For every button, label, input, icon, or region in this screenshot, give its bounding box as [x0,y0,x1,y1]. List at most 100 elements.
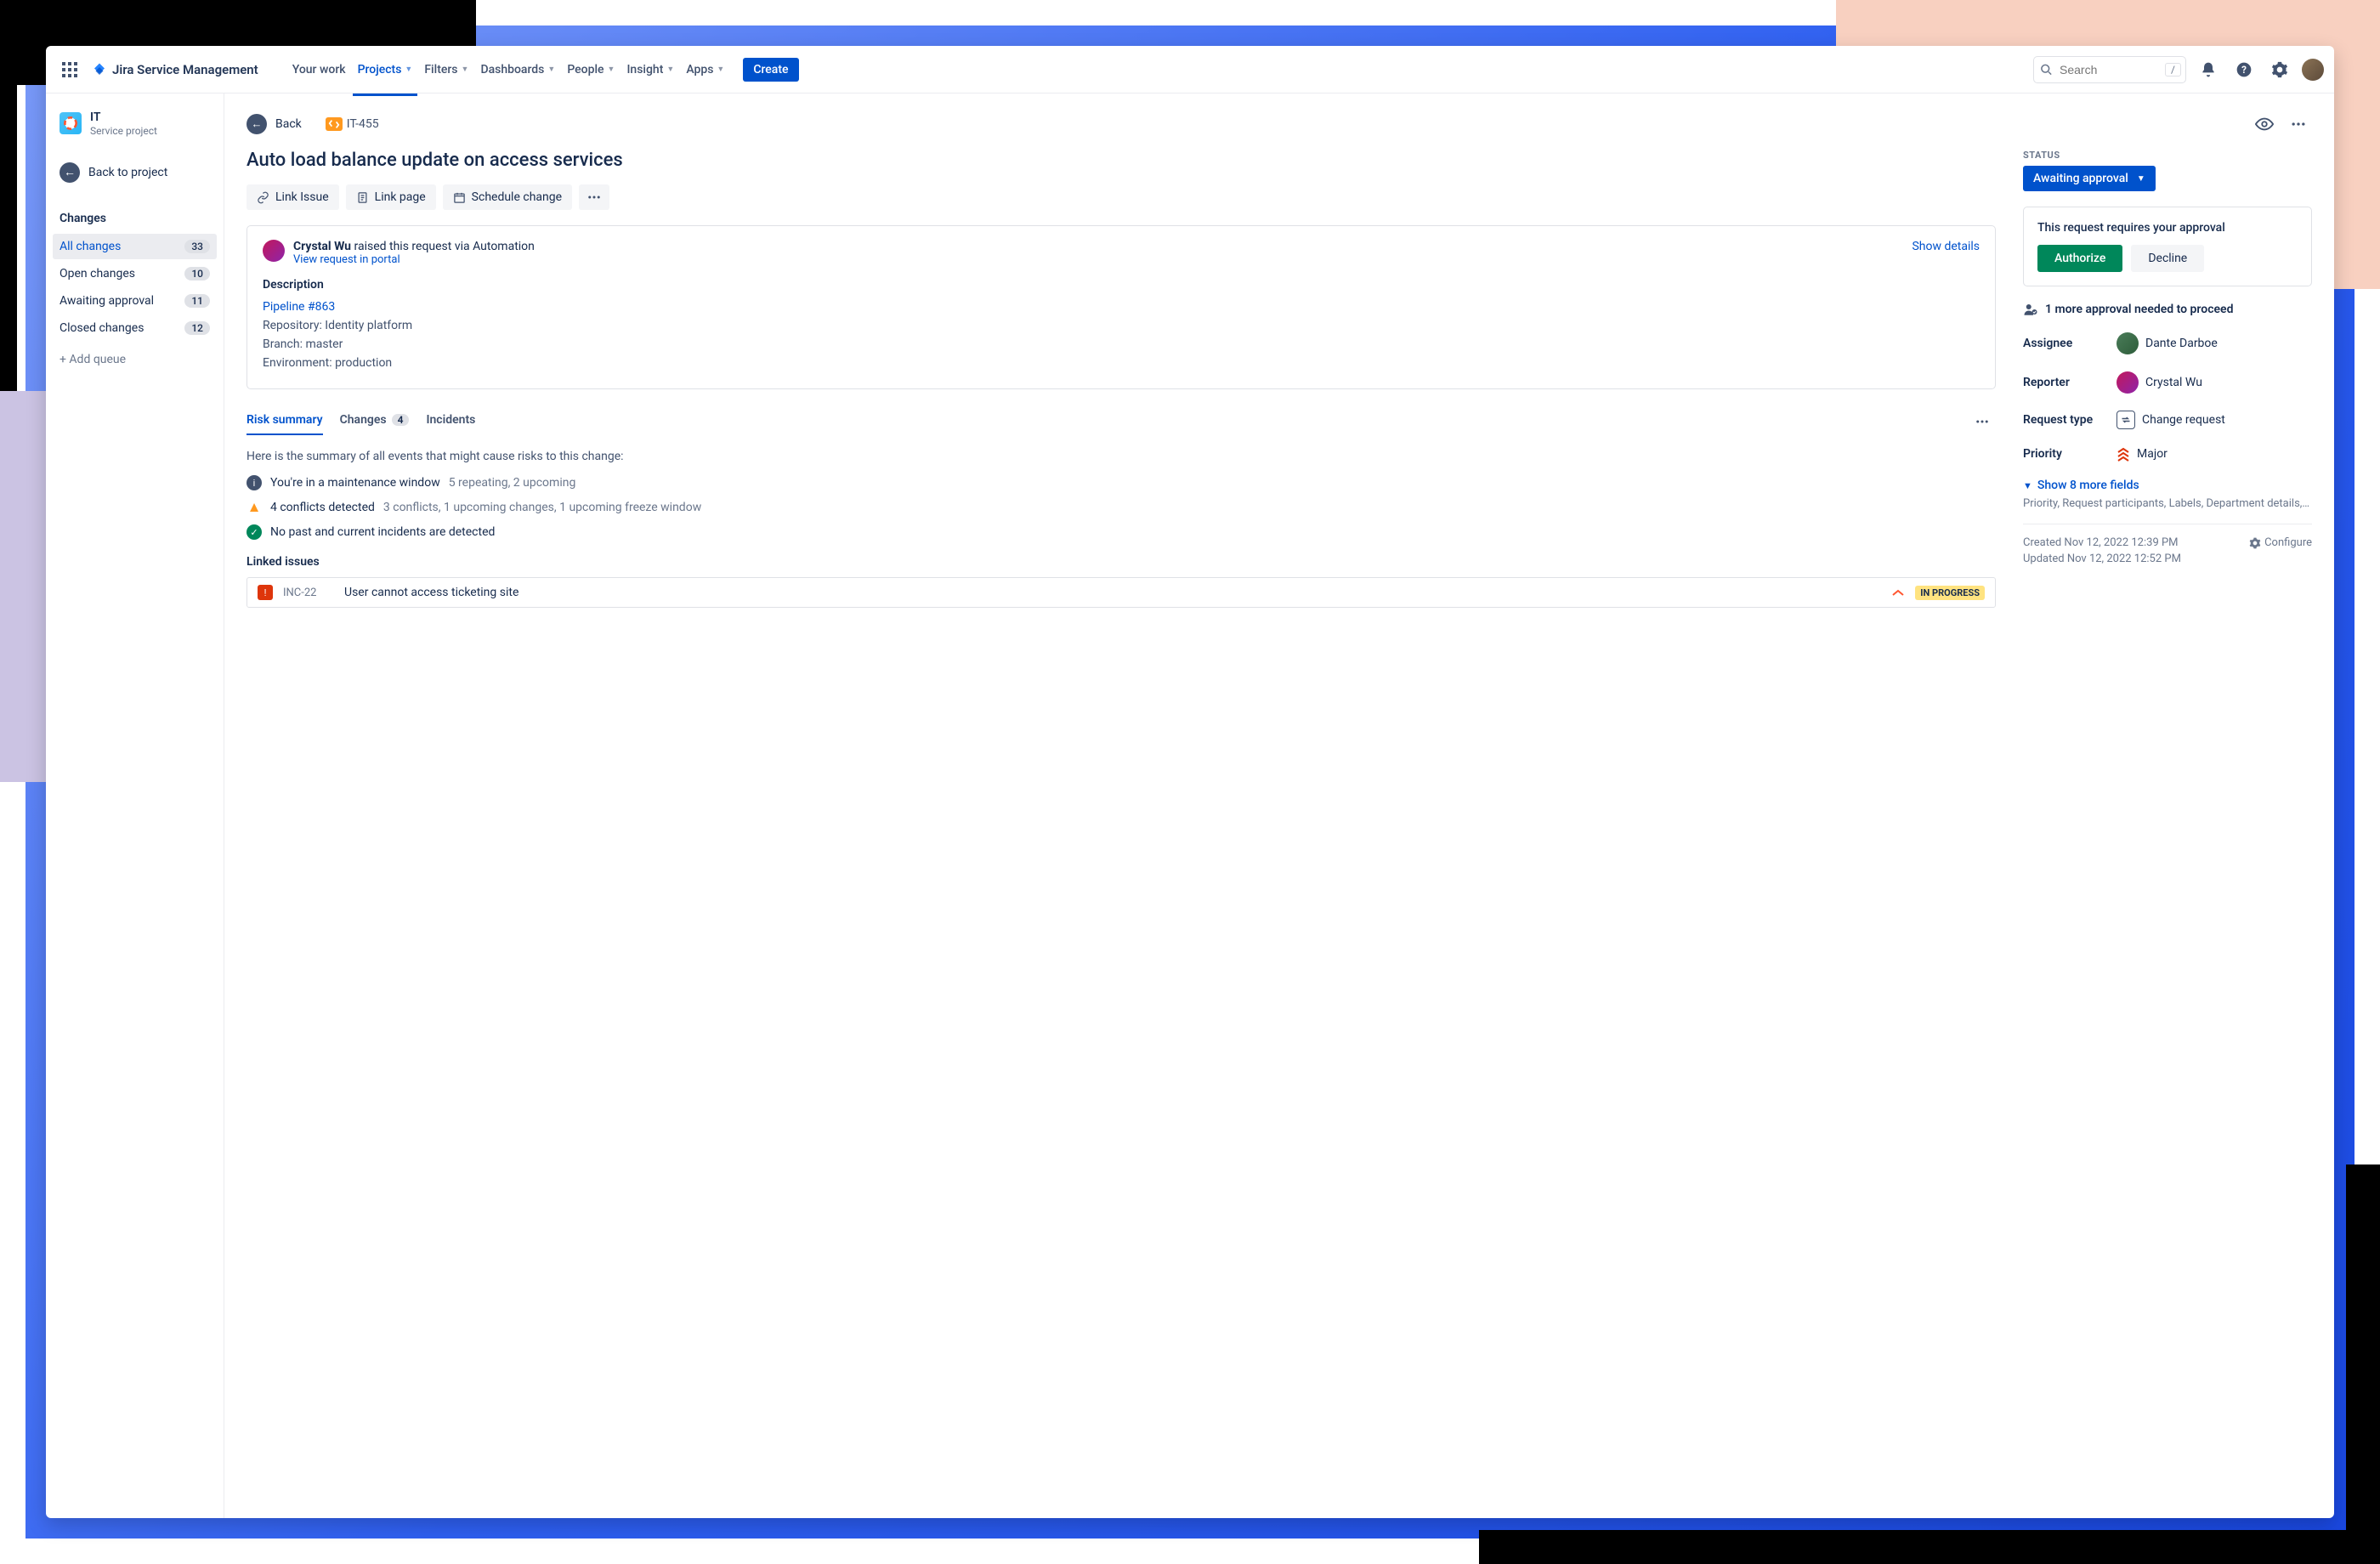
status-dropdown[interactable]: Awaiting approval ▼ [2023,166,2156,191]
more-fields-summary: Priority, Request participants, Labels, … [2023,497,2312,510]
arrow-left-icon: ← [60,162,80,183]
gear-icon [2249,537,2261,549]
linked-issue-title: User cannot access ticketing site [344,586,1881,599]
branch-line: Branch: master [263,337,1980,351]
back-label[interactable]: Back [275,117,302,131]
nav-insight[interactable]: Insight▼ [621,58,679,82]
sidebar-item-open-changes[interactable]: Open changes 10 [53,261,217,286]
more-actions-icon[interactable] [2285,110,2312,138]
change-type-icon [326,117,343,131]
app-switcher-icon[interactable] [56,56,83,83]
sidebar-section-changes: Changes [53,207,217,230]
sidebar-item-all-changes[interactable]: All changes 33 [53,234,217,259]
assignee-avatar [2116,332,2139,354]
link-issue-button[interactable]: Link Issue [246,184,339,210]
incident-type-icon: ! [258,585,273,600]
risk-incidents-row: ✓ No past and current incidents are dete… [246,524,1996,540]
person-check-icon [2023,302,2038,317]
chevron-down-icon: ▼ [666,65,674,74]
page-title: Auto load balance update on access servi… [246,150,1996,171]
linked-issue-row[interactable]: ! INC-22 User cannot access ticketing si… [246,577,1996,608]
chevron-down-icon: ▼ [405,65,412,74]
changes-count-badge: 4 [392,414,410,426]
linked-issues-heading: Linked issues [246,555,1996,569]
decline-button[interactable]: Decline [2131,245,2204,272]
user-avatar[interactable] [2302,59,2324,81]
tabs-more-icon[interactable] [1969,408,1996,435]
chevron-down-icon: ▼ [608,65,615,74]
reporter-avatar [2116,371,2139,394]
description-label: Description [263,278,1980,292]
priority-field[interactable]: Major [2116,446,2168,462]
add-queue-button[interactable]: + Add queue [53,346,217,373]
issue-key-link[interactable]: IT-455 [326,117,379,131]
sidebar-item-awaiting-approval[interactable]: Awaiting approval 11 [53,288,217,314]
nav-people[interactable]: People▼ [562,58,620,82]
request-panel: Crystal Wu raised this request via Autom… [246,225,1996,389]
chevron-down-icon: ▼ [547,65,555,74]
show-more-fields-link[interactable]: ▼ Show 8 more fields [2023,479,2312,492]
settings-icon[interactable] [2266,56,2293,83]
risk-maintenance-row: i You're in a maintenance window 5 repea… [246,475,1996,490]
link-page-button[interactable]: Link page [346,184,436,210]
approval-panel: This request requires your approval Auth… [2023,207,2312,286]
show-details-link[interactable]: Show details [1912,240,1980,253]
count-badge: 33 [184,240,210,253]
jira-logo-icon [92,62,107,77]
notifications-icon[interactable] [2195,56,2222,83]
chevron-down-icon: ▼ [2137,174,2145,184]
tab-risk-summary[interactable]: Risk summary [246,408,323,435]
reporter-field[interactable]: Crystal Wu [2116,371,2202,394]
tab-incidents[interactable]: Incidents [426,408,475,435]
back-to-project-link[interactable]: ← Back to project [53,156,217,190]
sidebar-item-closed-changes[interactable]: Closed changes 12 [53,315,217,341]
project-type: Service project [90,125,157,137]
schedule-change-button[interactable]: Schedule change [443,184,572,210]
watch-icon[interactable] [2251,110,2278,138]
link-icon [257,191,269,204]
view-in-portal-link[interactable]: View request in portal [293,253,535,266]
created-date: Created Nov 12, 2022 12:39 PM [2023,536,2181,549]
chevron-down-icon: ▼ [717,65,724,74]
create-button[interactable]: Create [743,58,798,82]
nav-projects[interactable]: Projects▼ [353,58,418,82]
updated-date: Updated Nov 12, 2022 12:52 PM [2023,552,2181,565]
project-name: IT [90,110,157,125]
search-shortcut-key: / [2165,63,2181,76]
authorize-button[interactable]: Authorize [2037,245,2122,272]
back-icon[interactable]: ← [246,114,267,134]
approval-message: This request requires your approval [2037,221,2298,235]
project-header[interactable]: IT Service project [53,105,217,142]
project-icon [60,112,82,134]
priority-high-icon [1891,587,1905,598]
nav-apps[interactable]: Apps▼ [681,58,729,82]
pipeline-link[interactable]: Pipeline #863 [263,300,1980,314]
linked-issue-key: INC-22 [283,586,334,599]
nav-your-work[interactable]: Your work [287,58,351,82]
priority-label: Priority [2023,447,2116,461]
more-toolbar-icon[interactable] [579,184,609,210]
nav-dashboards[interactable]: Dashboards▼ [475,58,560,82]
search-input[interactable] [2033,56,2186,83]
request-type-field[interactable]: Change request [2116,411,2225,429]
check-icon: ✓ [246,524,262,540]
priority-major-icon [2116,446,2130,462]
repo-line: Repository: Identity platform [263,319,1980,332]
assignee-field[interactable]: Dante Darboe [2116,332,2218,354]
count-badge: 12 [184,321,210,335]
reporter-label: Reporter [2023,376,2116,389]
configure-link[interactable]: Configure [2249,536,2312,549]
chevron-down-icon: ▼ [462,65,469,74]
nav-filters[interactable]: Filters▼ [419,58,473,82]
request-type-label: Request type [2023,413,2116,427]
tab-changes[interactable]: Changes4 [340,408,410,435]
count-badge: 11 [184,294,210,308]
help-icon[interactable]: ? [2230,56,2258,83]
linked-issue-status: IN PROGRESS [1915,586,1985,600]
requester-avatar [263,240,285,262]
env-line: Environment: production [263,356,1980,370]
svg-text:?: ? [2241,64,2247,76]
status-label: STATUS [2023,150,2312,161]
product-name: Jira Service Management [112,62,258,77]
product-logo[interactable]: Jira Service Management [87,62,264,77]
